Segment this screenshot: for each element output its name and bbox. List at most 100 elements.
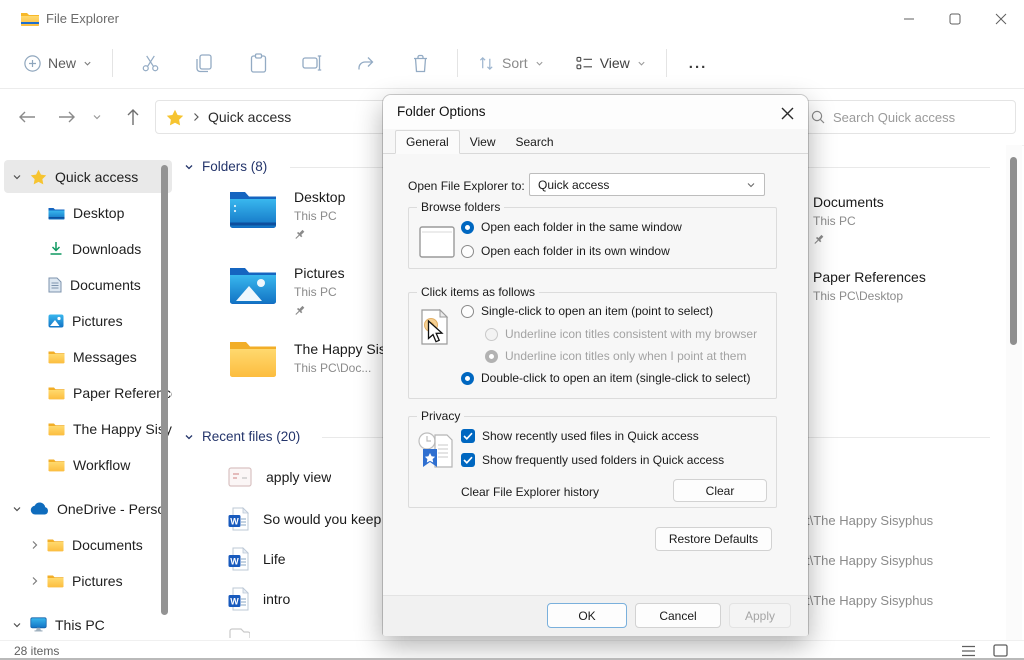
sort-button-label: Sort (502, 55, 528, 71)
ok-button-label: OK (578, 609, 595, 623)
dropdown-value: Quick access (538, 178, 609, 192)
restore-defaults-button[interactable]: Restore Defaults (655, 527, 772, 551)
minimize-button[interactable] (886, 0, 932, 38)
sidebar-item-label: The Happy Sisyphus (73, 421, 172, 437)
maximize-button[interactable] (932, 0, 978, 38)
share-button[interactable] (349, 45, 383, 81)
tab-general[interactable]: General (395, 130, 460, 154)
sidebar-item-messages[interactable]: Messages (4, 340, 172, 373)
sidebar-item-label: This PC (55, 617, 164, 633)
folder-tile-desktop[interactable]: Desktop This PC (228, 187, 345, 242)
folder-icon (47, 538, 64, 552)
tile-name: Documents (813, 194, 884, 210)
tab-search[interactable]: Search (506, 131, 564, 153)
sidebar-item-label: Documents (70, 277, 172, 293)
cancel-button[interactable]: Cancel (635, 603, 721, 628)
ok-button[interactable]: OK (547, 603, 627, 628)
chevron-down-icon[interactable] (12, 172, 22, 182)
sort-button[interactable]: Sort (468, 45, 554, 81)
delete-button[interactable] (403, 45, 437, 81)
check-icon (463, 432, 473, 440)
radio-selected (461, 372, 474, 385)
open-explorer-to-dropdown[interactable]: Quick access (529, 173, 765, 196)
svg-text:W: W (230, 596, 239, 606)
tile-path: This PC\Desktop (813, 289, 926, 303)
clear-history-label: Clear File Explorer history (461, 485, 599, 499)
maximize-icon (949, 13, 961, 25)
recent-files-section-header[interactable]: Recent files (20) (184, 429, 300, 444)
sidebar-item-pictures[interactable]: Pictures (4, 304, 172, 337)
radio-underline-point: Underline icon titles only when I point … (485, 349, 746, 363)
folder-icon (48, 422, 65, 436)
details-view-toggle-icon[interactable] (961, 645, 976, 657)
chevron-down-icon[interactable] (184, 432, 194, 442)
folder-icon (47, 574, 64, 588)
sidebar-item-onedrive-pictures[interactable]: Pictures (4, 564, 172, 597)
paste-button[interactable] (241, 45, 275, 81)
sidebar-item-desktop[interactable]: Desktop (4, 196, 172, 229)
chevron-down-icon[interactable] (12, 620, 22, 630)
clear-button[interactable]: Clear (673, 479, 767, 502)
checkbox-show-frequent-folders[interactable]: Show frequently used folders in Quick ac… (461, 453, 724, 467)
chevron-down-icon[interactable] (12, 504, 22, 514)
radio-open-own-window[interactable]: Open each folder in its own window (461, 244, 670, 258)
recent-file-name: intro (263, 591, 290, 607)
chevron-down-icon[interactable] (184, 162, 194, 172)
sidebar-item-label: Desktop (73, 205, 172, 221)
back-button[interactable] (12, 102, 42, 132)
cancel-button-label: Cancel (659, 609, 696, 623)
monitor-icon (30, 617, 47, 632)
sidebar-item-this-pc[interactable]: This PC (4, 608, 164, 640)
radio-double-click[interactable]: Double-click to open an item (single-cli… (461, 371, 750, 385)
sidebar-item-onedrive[interactable]: OneDrive - Personal (4, 492, 164, 525)
sidebar-item-documents[interactable]: Documents (4, 268, 172, 301)
radio-disabled (485, 328, 498, 341)
recent-file-path: t\The Happy Sisyphus (806, 593, 933, 608)
view-button[interactable]: View (566, 45, 656, 81)
folder-tile-paper-references[interactable]: Paper References This PC\Desktop (813, 267, 926, 303)
checkbox-show-recent-files[interactable]: Show recently used files in Quick access (461, 429, 699, 443)
folder-icon (48, 350, 65, 364)
desktop-folder-icon (228, 187, 278, 229)
downloads-icon (48, 241, 64, 256)
copy-button[interactable] (187, 45, 221, 81)
rename-button[interactable] (295, 45, 329, 81)
check-icon (463, 456, 473, 464)
thumbnail-view-toggle-icon[interactable] (993, 644, 1008, 657)
sidebar-item-the-happy-sisyphus[interactable]: The Happy Sisyphus (4, 412, 172, 445)
sidebar-scrollbar-thumb[interactable] (161, 165, 168, 615)
search-box[interactable]: Search Quick access (800, 100, 1016, 134)
radio-open-same-window[interactable]: Open each folder in the same window (461, 220, 682, 234)
radio-single-click[interactable]: Single-click to open an item (point to s… (461, 304, 713, 318)
folder-tile-documents[interactable]: Documents This PC (813, 192, 884, 247)
breadcrumb-root[interactable]: Quick access (208, 109, 291, 125)
sidebar-item-downloads[interactable]: Downloads (4, 232, 172, 265)
folders-section-header[interactable]: Folders (8) (184, 159, 267, 174)
close-button[interactable] (978, 0, 1024, 38)
tab-view[interactable]: View (460, 131, 506, 153)
up-button[interactable] (118, 102, 148, 132)
sidebar-item-onedrive-documents[interactable]: Documents (4, 528, 172, 561)
forward-button[interactable] (52, 102, 82, 132)
dialog-close-button[interactable] (776, 102, 798, 124)
apply-button-label: Apply (745, 609, 775, 623)
main-scrollbar-thumb[interactable] (1010, 157, 1017, 345)
radio-unselected (461, 245, 474, 258)
cut-button[interactable] (133, 45, 167, 81)
recent-locations-button[interactable] (86, 102, 108, 132)
sidebar-item-quick-access[interactable]: Quick access (4, 160, 172, 193)
apply-button: Apply (729, 603, 791, 628)
chevron-right-icon[interactable] (30, 540, 39, 550)
new-button[interactable]: New (14, 45, 102, 81)
chevron-right-icon[interactable] (30, 576, 39, 586)
desktop-folder-icon (48, 206, 65, 220)
svg-text:W: W (230, 556, 239, 566)
more-options-button[interactable]: ... (677, 55, 720, 72)
word-document-icon: W (228, 507, 249, 531)
radio-label: Open each folder in its own window (481, 244, 670, 258)
sidebar-item-workflow[interactable]: Workflow (4, 448, 172, 481)
radio-disabled-selected (485, 350, 498, 363)
sidebar-item-paper-references[interactable]: Paper References (4, 376, 172, 409)
clear-button-label: Clear (706, 484, 735, 498)
folder-tile-pictures[interactable]: Pictures This PC (228, 263, 345, 318)
